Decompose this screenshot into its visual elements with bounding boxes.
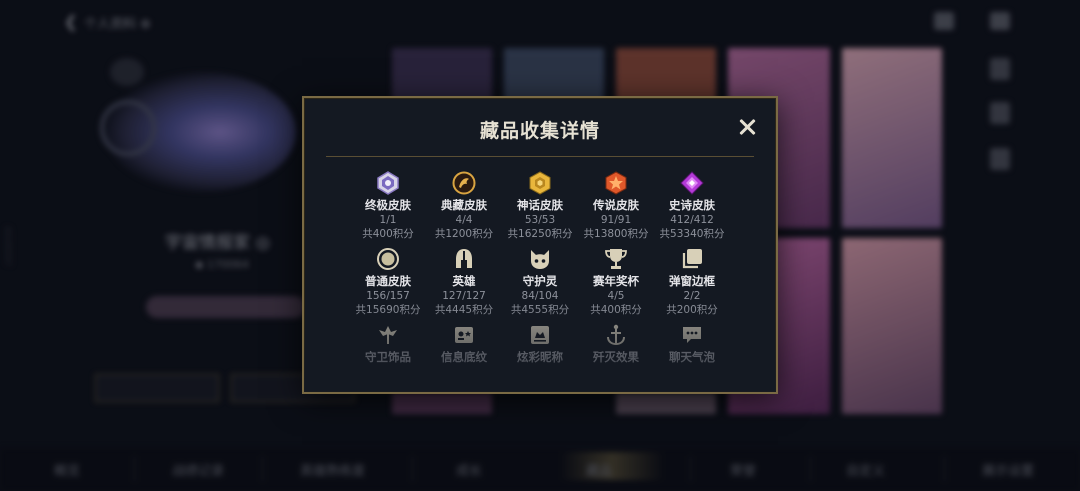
collection-item-chat-bubbles[interactable]: 聊天气泡 [654,322,730,398]
collection-item-points: 共15690积分 [355,304,421,316]
prestige-skin-icon [451,170,477,196]
collection-item-label: 赛年奖杯 [593,274,639,288]
collection-item-finishers[interactable]: 歼灭效果 [578,322,654,398]
ultimate-skin-icon [375,170,401,196]
collection-item-label: 典藏皮肤 [441,198,487,212]
collection-item-count: 1/1 [379,214,397,226]
collection-item-count: 412/412 [670,214,714,226]
collection-item-points: 共4555积分 [510,304,570,316]
collection-item-prestige-skins[interactable]: 典藏皮肤 4/4 共1200积分 [426,170,502,246]
collection-item-count: 53/53 [524,214,556,226]
collection-item-season-trophies[interactable]: 赛年奖杯 4/5 共400积分 [578,246,654,322]
standard-skin-icon [375,246,401,272]
collection-item-points: 共400积分 [590,304,642,316]
collection-item-label: 神话皮肤 [517,198,563,212]
profile-banner-icon [451,322,477,348]
collection-item-points: 共13800积分 [583,228,649,240]
collection-item-label: 英雄 [452,274,476,288]
collection-item-ultimate-skins[interactable]: 终极皮肤 1/1 共400积分 [350,170,426,246]
collection-item-count: 156/157 [366,290,410,302]
collection-item-epic-skins[interactable]: 史诗皮肤 412/412 共53340积分 [654,170,730,246]
collection-grid: 终极皮肤 1/1 共400积分 典藏皮肤 4/4 共1200积分 神话皮肤 53… [350,170,740,398]
frame-icon [679,246,705,272]
mythic-skin-icon [527,170,553,196]
collection-item-label: 守卫饰品 [365,350,411,364]
collection-item-label: 守护灵 [522,274,558,288]
collection-item-count: 4/5 [607,290,625,302]
collection-item-label: 信息底纹 [441,350,487,364]
collection-item-count: 127/127 [442,290,486,302]
collection-item-points: 共400积分 [362,228,414,240]
collection-item-standard-skins[interactable]: 普通皮肤 156/157 共15690积分 [350,246,426,322]
collection-item-count: 84/104 [521,290,559,302]
collection-item-points: 共1200积分 [434,228,494,240]
collection-item-champions[interactable]: 英雄 127/127 共4445积分 [426,246,502,322]
guardian-icon [527,246,553,272]
collection-item-popup-frames[interactable]: 弹窗边框 2/2 共200积分 [654,246,730,322]
ward-skin-icon [375,322,401,348]
collection-item-label: 传说皮肤 [593,198,639,212]
collection-item-count: 4/4 [455,214,473,226]
collection-item-points: 共16250积分 [507,228,573,240]
title-icon [527,322,553,348]
collection-item-points: 共200积分 [666,304,718,316]
modal-divider [326,156,754,157]
close-icon[interactable] [736,116,758,138]
finisher-icon [603,322,629,348]
collection-item-label: 歼灭效果 [593,350,639,364]
collection-item-mythic-skins[interactable]: 神话皮肤 53/53 共16250积分 [502,170,578,246]
collection-item-label: 炫彩昵称 [517,350,563,364]
collection-item-label: 聊天气泡 [669,350,715,364]
collection-item-points: 共53340积分 [659,228,725,240]
champion-helmet-icon [451,246,477,272]
collection-item-colorful-names[interactable]: 炫彩昵称 [502,322,578,398]
collection-item-ward-skins[interactable]: 守卫饰品 [350,322,426,398]
legendary-skin-icon [603,170,629,196]
collection-item-label: 史诗皮肤 [669,198,715,212]
collection-item-label: 弹窗边框 [669,274,715,288]
collection-details-modal: 藏品收集详情 终极皮肤 1/1 共400积分 典藏皮肤 4/4 共1200积分 … [302,96,778,394]
collection-item-guardians[interactable]: 守护灵 84/104 共4555积分 [502,246,578,322]
epic-skin-icon [679,170,705,196]
trophy-icon [603,246,629,272]
collection-item-label: 普通皮肤 [365,274,411,288]
collection-item-legendary-skins[interactable]: 传说皮肤 91/91 共13800积分 [578,170,654,246]
modal-title: 藏品收集详情 [479,120,600,142]
collection-item-profile-banners[interactable]: 信息底纹 [426,322,502,398]
collection-item-label: 终极皮肤 [365,198,411,212]
collection-item-count: 91/91 [600,214,632,226]
collection-item-points: 共4445积分 [434,304,494,316]
chat-bubble-icon [679,322,705,348]
collection-item-count: 2/2 [683,290,701,302]
